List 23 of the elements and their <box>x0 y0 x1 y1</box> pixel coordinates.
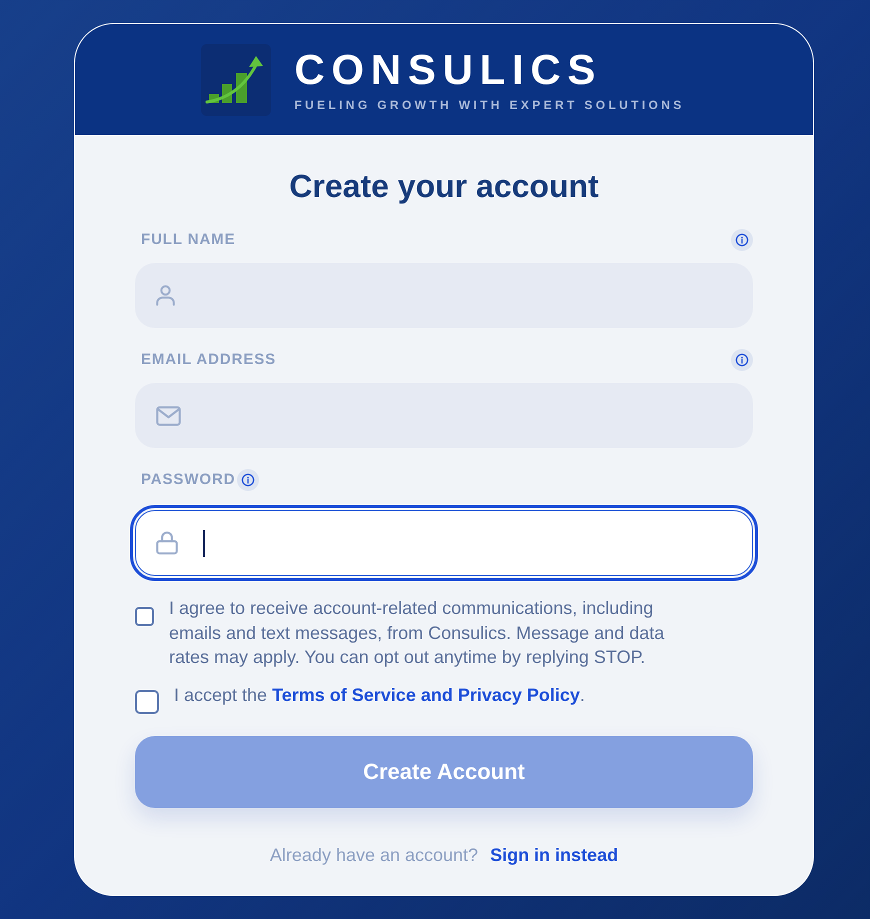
checkbox[interactable] <box>135 690 159 714</box>
checkbox[interactable] <box>135 607 154 626</box>
person-icon <box>156 285 175 306</box>
consent-text: I agree to receive account-related communications, including emails and text messages, from Consulics. Message and data rates may apply. You can opt out anytime by replying STOP. <box>169 597 666 669</box>
logo-icon <box>201 44 272 116</box>
brand-name: CONSULICS <box>294 46 602 92</box>
field-label: PASSWORD <box>141 470 236 490</box>
name-input[interactable] <box>135 263 753 328</box>
page-title: Create your account <box>288 167 600 205</box>
lock-icon <box>156 531 178 555</box>
info-icon[interactable] <box>731 229 753 251</box>
field-label: EMAIL ADDRESS <box>141 350 276 370</box>
terms-link[interactable]: Terms of Service and Privacy Policy <box>272 684 580 704</box>
info-icon[interactable] <box>731 349 753 371</box>
account-prompt: Already have an account? <box>270 844 478 866</box>
text-cursor <box>203 530 205 556</box>
field-label: FULL NAME <box>141 230 236 250</box>
info-icon[interactable] <box>237 469 260 491</box>
email-input[interactable] <box>135 383 753 448</box>
brand-tagline: FUELING GROWTH WITH EXPERT SOLUTIONS <box>294 96 685 112</box>
sign-in-link[interactable]: Sign in instead <box>490 842 618 866</box>
consent-text: I accept the Terms of Service and Privacy Policy. <box>174 684 585 707</box>
envelope-icon <box>156 406 181 426</box>
